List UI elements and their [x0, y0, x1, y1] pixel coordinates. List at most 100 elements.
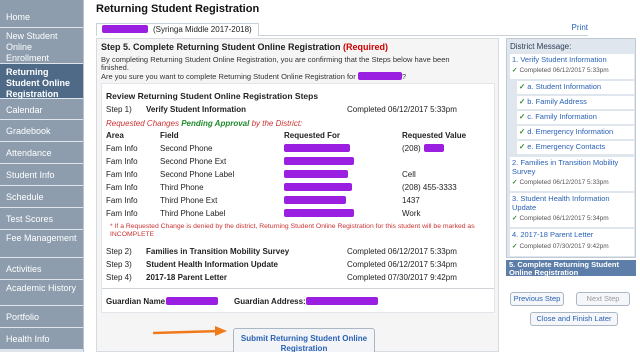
dm-sub-label: a. Student Information — [527, 82, 602, 91]
review-title: Review Returning Student Online Registra… — [106, 91, 319, 101]
intro-question-mark: ? — [401, 72, 406, 81]
nav-item-test-scores[interactable]: Test Scores — [0, 208, 83, 230]
arrow-icon — [152, 326, 227, 336]
close-finish-later-button[interactable]: Close and Finish Later — [530, 312, 618, 326]
dm-sub-family-information[interactable]: ✓ c. Family Information — [517, 111, 634, 124]
redacted-requested-for — [284, 209, 354, 217]
nav-item-calendar[interactable]: Calendar — [0, 99, 83, 120]
check-icon: ✓ — [512, 67, 518, 74]
row-field: Third Phone Ext — [160, 196, 218, 205]
redacted-requested-for — [284, 196, 346, 204]
tab-bar: (Syringa Middle 2017-2018) Print — [96, 22, 588, 36]
print-link[interactable]: Print — [572, 23, 588, 32]
page-title: Returning Student Registration — [96, 3, 260, 15]
row-area: Fam Info — [106, 196, 138, 205]
divider — [102, 288, 494, 289]
dm-step-label: 1. Verify Student Information — [512, 55, 607, 64]
row-value: 1437 — [402, 196, 420, 205]
step-status: Completed 07/30/2017 9:42pm — [347, 273, 457, 282]
row-value: Cell — [402, 170, 416, 179]
submit-registration-button[interactable]: Submit Returning Student Online Registra… — [233, 328, 375, 352]
row-field: Third Phone — [160, 183, 204, 192]
header-area: Area — [106, 131, 124, 140]
dm-completed-text: Completed 06/12/2017 5:33pm — [519, 67, 609, 74]
step-status: Completed 06/12/2017 5:33pm — [347, 247, 457, 256]
previous-step-button[interactable]: Previous Step — [510, 292, 564, 306]
nav-item-student-info[interactable]: Student Info — [0, 164, 83, 186]
dm-sub-family-address[interactable]: ✓ b. Family Address — [517, 96, 634, 109]
header-requested-value: Requested Value — [402, 131, 467, 140]
nav-item-home[interactable]: Home — [0, 0, 83, 28]
guardian-address-label: Guardian Address: — [234, 297, 306, 306]
dm-completed: ✓ Completed 06/12/2017 5:34pm — [512, 214, 609, 223]
dm-step-1[interactable]: 1. Verify Student Information ✓ Completed… — [510, 54, 634, 79]
row-field: Third Phone Label — [160, 209, 226, 218]
pending-approval-label: Pending Approval — [181, 119, 250, 128]
intro-question: Are you sure you want to complete Return… — [101, 72, 356, 81]
check-icon: ✓ — [512, 179, 518, 186]
step-name: 2017-18 Parent Letter — [146, 273, 227, 282]
nav-item-health-info[interactable]: Health Info — [0, 328, 83, 350]
row-area: Fam Info — [106, 157, 138, 166]
dm-sub-student-information[interactable]: ✓ a. Student Information — [517, 81, 634, 94]
district-message-panel: District Message: 1. Verify Student Info… — [506, 38, 636, 258]
redacted-guardian-address — [306, 297, 378, 305]
dm-sub-emergency-information[interactable]: ✓ d. Emergency Information — [517, 126, 634, 139]
guardian-name-label: Guardian Name: — [106, 297, 168, 306]
row-area: Fam Info — [106, 144, 138, 153]
nav-item-returning-registration[interactable]: Returning Student Online Registration — [0, 64, 83, 99]
nav-item-gradebook[interactable]: Gradebook — [0, 120, 83, 142]
row-field: Second Phone — [160, 144, 213, 153]
dm-completed: ✓ Completed 07/30/2017 9:42pm — [512, 242, 609, 251]
check-icon: ✓ — [519, 82, 526, 91]
row-area: Fam Info — [106, 209, 138, 218]
step-title: Step 5. Complete Returning Student Onlin… — [101, 42, 388, 52]
review-card: Review Returning Student Online Registra… — [101, 83, 495, 313]
changes-suffix: by the District: — [251, 119, 303, 128]
row-value: Work — [402, 209, 421, 218]
dm-completed-text: Completed 07/30/2017 9:42pm — [519, 243, 609, 250]
check-icon: ✓ — [519, 97, 526, 106]
step-number: Step 3) — [106, 260, 132, 269]
redacted-requested-for — [284, 157, 354, 165]
dm-step-label: 3. Student Health Information Update — [512, 194, 610, 212]
nav-item-attendance[interactable]: Attendance — [0, 142, 83, 164]
step1-name: Verify Student Information — [146, 105, 247, 114]
submit-line-2: Registration — [280, 343, 328, 352]
step-status: Completed 06/12/2017 5:34pm — [347, 260, 457, 269]
row-field: Second Phone Label — [160, 170, 235, 179]
nav-item-new-student-enrollment[interactable]: New Student Online Enrollment — [0, 28, 83, 64]
dm-sub-label: b. Family Address — [527, 97, 587, 106]
dm-completed-text: Completed 06/12/2017 5:34pm — [519, 215, 609, 222]
intro-line-1: By completing Returning Student Online R… — [101, 55, 450, 64]
nav-item-schedule[interactable]: Schedule — [0, 186, 83, 208]
dm-completed: ✓ Completed 06/12/2017 5:33pm — [512, 66, 609, 75]
dm-step-5-active[interactable]: 5. Complete Returning Student Online Reg… — [506, 260, 636, 277]
dm-sub-label: e. Emergency Contacts — [527, 142, 606, 151]
redacted-requested-for — [284, 144, 350, 152]
dm-step-2[interactable]: 2. Families in Transition Mobility Surve… — [510, 157, 634, 191]
row-field: Second Phone Ext — [160, 157, 227, 166]
main-area: Returning Student Registration (Syringa … — [90, 0, 640, 352]
dm-sub-emergency-contacts[interactable]: ✓ e. Emergency Contacts — [517, 141, 634, 154]
check-icon: ✓ — [512, 215, 518, 222]
step1-status: Completed 06/12/2017 5:33pm — [347, 105, 457, 114]
step-number: Step 2) — [106, 247, 132, 256]
intro-line-3: Are you sure you want to complete Return… — [101, 71, 406, 81]
row-area: Fam Info — [106, 183, 138, 192]
redacted-requested-for — [284, 170, 348, 178]
nav-item-academic-history[interactable]: Academic History — [0, 280, 83, 306]
nav-item-portfolio[interactable]: Portfolio — [0, 306, 83, 328]
next-step-button[interactable]: Next Step — [576, 292, 630, 306]
dm-completed-text: Completed 06/12/2017 5:33pm — [519, 179, 609, 186]
dm-step-3[interactable]: 3. Student Health Information Update ✓ Co… — [510, 193, 634, 227]
changes-prefix: Requested Changes — [106, 119, 179, 128]
header-field: Field — [160, 131, 179, 140]
nav-item-fee-management[interactable]: Fee Management — [0, 230, 83, 258]
nav-item-activities[interactable]: Activities — [0, 258, 83, 280]
step-content: Step 5. Complete Returning Student Onlin… — [96, 38, 499, 352]
step1-number: Step 1) — [106, 105, 132, 114]
warning-line-1: * If a Requested Change is denied by the… — [110, 223, 475, 230]
dm-step-4[interactable]: 4. 2017-18 Parent Letter ✓ Completed 07/3… — [510, 229, 634, 256]
dm-step-label: 2. Families in Transition Mobility Surve… — [512, 158, 619, 176]
